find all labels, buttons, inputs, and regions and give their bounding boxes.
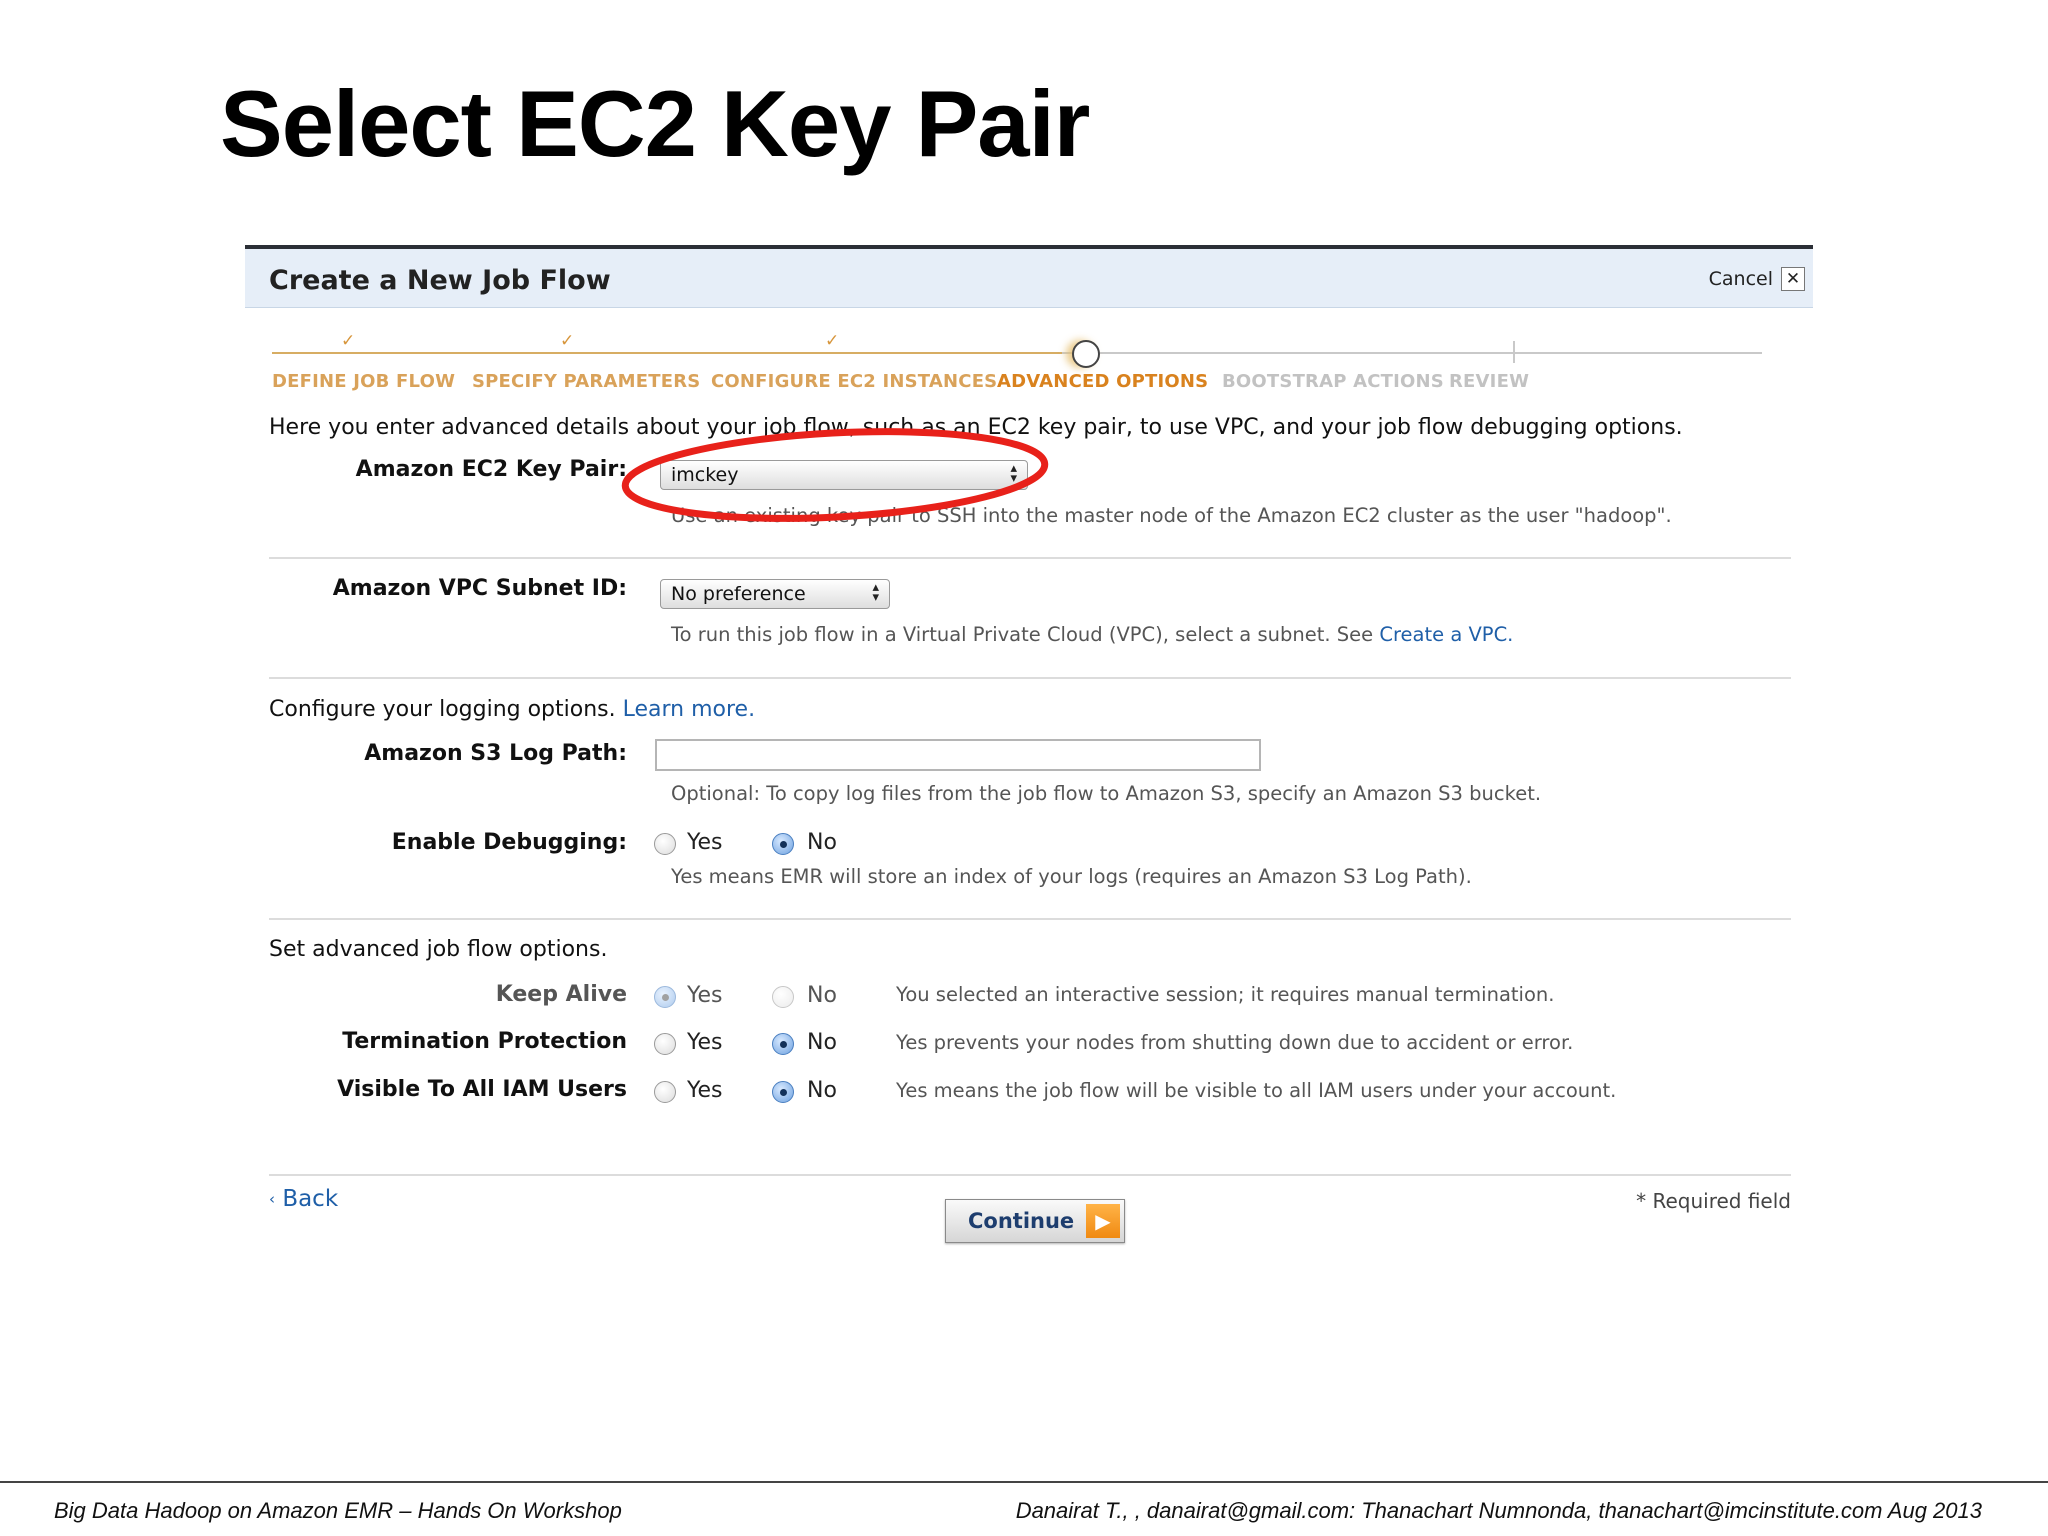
chevron-left-icon: ‹ bbox=[269, 1190, 275, 1208]
wizard-progress-end bbox=[1513, 341, 1515, 363]
check-icon: ✓ bbox=[560, 331, 575, 351]
back-label: Back bbox=[282, 1186, 339, 1212]
visible-to-iam-users-label: Visible To All IAM Users bbox=[337, 1077, 627, 1102]
s3-log-path-label: Amazon S3 Log Path: bbox=[364, 741, 627, 766]
vpc-subnet-value: No preference bbox=[671, 583, 806, 605]
learn-more-link[interactable]: Learn more. bbox=[623, 697, 755, 722]
termination-protection-yes-label: Yes bbox=[687, 1030, 723, 1055]
wizard-progress-done bbox=[272, 352, 1062, 354]
section-divider bbox=[269, 557, 1791, 559]
cancel-label: Cancel bbox=[1708, 268, 1773, 290]
close-icon[interactable]: ✕ bbox=[1781, 267, 1805, 291]
create-vpc-link[interactable]: Create a VPC. bbox=[1379, 623, 1513, 646]
keep-alive-no-radio bbox=[772, 986, 794, 1008]
footer-right: Danairat T., , danairat@gmail.com: Thana… bbox=[1015, 1498, 1982, 1523]
visible-to-iam-users-yes-radio[interactable] bbox=[654, 1081, 676, 1103]
check-icon: ✓ bbox=[341, 331, 356, 351]
visible-to-iam-users-no-label: No bbox=[807, 1078, 837, 1103]
slide-title: Select EC2 Key Pair bbox=[220, 71, 1090, 176]
vpc-hint: To run this job flow in a Virtual Privat… bbox=[671, 623, 1513, 646]
keep-alive-hint: You selected an interactive session; it … bbox=[896, 983, 1555, 1006]
wizard-progress-remaining bbox=[1062, 352, 1762, 354]
vpc-hint-text: To run this job flow in a Virtual Privat… bbox=[671, 623, 1374, 646]
termination-protection-yes-radio[interactable] bbox=[654, 1033, 676, 1055]
keep-alive-label: Keep Alive bbox=[495, 982, 627, 1007]
highlight-circle bbox=[621, 428, 1049, 522]
section-divider bbox=[269, 1174, 1791, 1176]
section-divider bbox=[269, 677, 1791, 679]
step-advanced-options: ADVANCED OPTIONS bbox=[997, 371, 1209, 392]
step-bootstrap-actions: BOOTSTRAP ACTIONS bbox=[1222, 371, 1444, 392]
cancel-button[interactable]: Cancel ✕ bbox=[1709, 267, 1805, 291]
s3-log-path-hint: Optional: To copy log files from the job… bbox=[671, 782, 1542, 805]
step-configure-ec2-instances: CONFIGURE EC2 INSTANCES bbox=[711, 371, 998, 392]
debugging-no-label: No bbox=[807, 830, 837, 855]
termination-protection-label: Termination Protection bbox=[342, 1029, 627, 1054]
arrow-right-icon: ▶ bbox=[1086, 1204, 1120, 1238]
visible-to-iam-users-yes-label: Yes bbox=[687, 1078, 723, 1103]
keep-alive-no-label: No bbox=[807, 983, 837, 1008]
footer-left: Big Data Hadoop on Amazon EMR – Hands On… bbox=[54, 1498, 622, 1523]
termination-protection-hint: Yes prevents your nodes from shutting do… bbox=[896, 1031, 1574, 1054]
footer-rule bbox=[0, 1481, 2048, 1483]
keep-alive-yes-label: Yes bbox=[687, 983, 723, 1008]
debugging-yes-label: Yes bbox=[687, 830, 723, 855]
continue-button[interactable]: Continue ▶ bbox=[945, 1199, 1125, 1243]
back-link[interactable]: ‹ Back bbox=[269, 1186, 338, 1212]
keep-alive-yes-radio bbox=[654, 986, 676, 1008]
key-pair-label: Amazon EC2 Key Pair: bbox=[355, 457, 627, 482]
required-field-note: * Required field bbox=[1636, 1189, 1791, 1213]
termination-protection-no-radio[interactable] bbox=[772, 1033, 794, 1055]
logging-intro: Configure your logging options. Learn mo… bbox=[269, 697, 755, 722]
check-icon: ✓ bbox=[825, 331, 840, 351]
current-step-circle-icon bbox=[1072, 340, 1100, 368]
termination-protection-no-label: No bbox=[807, 1030, 837, 1055]
s3-log-path-input[interactable] bbox=[655, 739, 1261, 771]
vpc-subnet-select[interactable]: No preference ▴ ▾ bbox=[660, 579, 890, 609]
visible-to-iam-users-no-radio[interactable] bbox=[772, 1081, 794, 1103]
advanced-intro: Set advanced job flow options. bbox=[269, 937, 608, 962]
section-divider bbox=[269, 918, 1791, 920]
step-review: REVIEW bbox=[1449, 371, 1530, 392]
continue-label: Continue bbox=[968, 1209, 1075, 1233]
up-down-arrows-icon: ▴ ▾ bbox=[872, 580, 879, 605]
step-specify-parameters: SPECIFY PARAMETERS bbox=[472, 371, 701, 392]
vpc-subnet-label: Amazon VPC Subnet ID: bbox=[332, 576, 627, 601]
debugging-hint: Yes means EMR will store an index of you… bbox=[671, 865, 1472, 888]
logging-intro-text: Configure your logging options. bbox=[269, 697, 616, 722]
dialog-header: Create a New Job Flow Cancel ✕ bbox=[245, 249, 1813, 308]
dialog-title: Create a New Job Flow bbox=[269, 265, 611, 296]
step-define-job-flow: DEFINE JOB FLOW bbox=[272, 371, 456, 392]
debugging-no-radio[interactable] bbox=[772, 833, 794, 855]
visible-to-iam-users-hint: Yes means the job flow will be visible t… bbox=[896, 1079, 1617, 1102]
enable-debugging-label: Enable Debugging: bbox=[391, 830, 627, 855]
debugging-yes-radio[interactable] bbox=[654, 833, 676, 855]
emr-dialog-screenshot: Create a New Job Flow Cancel ✕ ✓ ✓ ✓ DEF… bbox=[245, 245, 1813, 1265]
